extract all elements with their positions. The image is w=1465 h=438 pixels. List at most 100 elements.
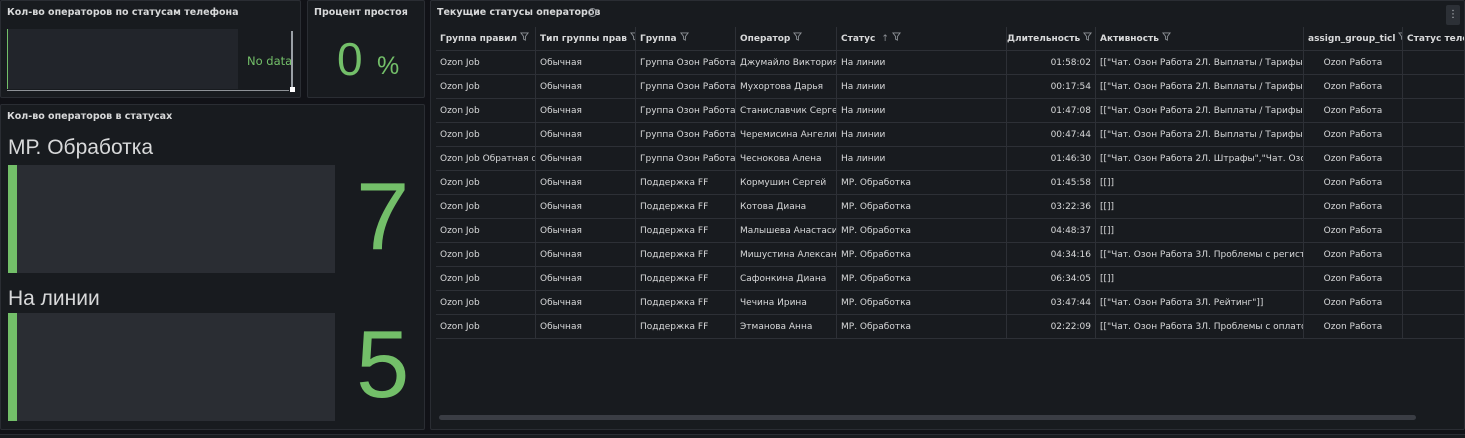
header-col-group-rules[interactable]: Группа правил <box>436 27 536 51</box>
filter-icon[interactable] <box>679 27 689 51</box>
cell-operator: Мухортова Дарья <box>736 75 837 99</box>
cell-group: Группа Озон Работа <box>636 75 736 99</box>
cell-group-type: Обычная <box>536 243 636 267</box>
cell-operator: Кормушин Сергей <box>736 171 837 195</box>
cell-activity: [["Чат. Озон Работа 2Л. Штрафы","Чат. Оз… <box>1096 147 1304 171</box>
cell-activity: [["Чат. Озон Работа 2Л. Выплаты / Тарифы… <box>1096 99 1304 123</box>
cell-group-type: Обычная <box>536 171 636 195</box>
cell-activity: [[]] <box>1096 267 1304 291</box>
cell-activity: [["Чат. Озон Работа 2Л. Выплаты / Тарифы… <box>1096 123 1304 147</box>
cell-group-rules: Ozon Job <box>436 99 536 123</box>
table-row[interactable]: Ozon Job Обычная Поддержка FF Котова Диана М… <box>436 195 1464 219</box>
panel-title[interactable]: Кол-во операторов в статусах <box>7 111 172 122</box>
cell-phone-status <box>1403 267 1464 291</box>
table-row[interactable]: Ozon Job Обычная Поддержка FF Чечина Ирина М… <box>436 291 1464 315</box>
table-row[interactable]: Ozon Job Обычная Поддержка FF Малышева Анас… <box>436 219 1464 243</box>
cell-assign-group: Ozon Работа <box>1304 195 1403 219</box>
panel-menu-icon[interactable]: ⋮ <box>1446 5 1460 25</box>
cell-assign-group: Ozon Работа <box>1304 51 1403 75</box>
filter-icon[interactable] <box>793 27 803 51</box>
cell-group: Поддержка FF <box>636 171 736 195</box>
table-row[interactable]: Ozon Job Обычная Группа Озон Работа Черемис… <box>436 123 1464 147</box>
cell-operator: Чеснокова Алена <box>736 147 837 171</box>
bottom-edge <box>0 434 1465 438</box>
cell-group-type: Обычная <box>536 75 636 99</box>
cell-group: Поддержка FF <box>636 195 736 219</box>
filter-icon[interactable] <box>891 27 901 51</box>
panel-title[interactable]: Текущие статусы операторов <box>437 7 600 18</box>
header-col-status[interactable]: Статус ↑ <box>837 27 1007 51</box>
cell-group-rules: Ozon Job <box>436 195 536 219</box>
cell-status: МР. Обработка <box>837 219 1007 243</box>
cell-group-rules: Ozon Job <box>436 291 536 315</box>
filter-icon[interactable] <box>1161 27 1171 51</box>
header-label: Оператор <box>740 34 791 44</box>
cell-operator: Котова Диана <box>736 195 837 219</box>
filter-icon[interactable] <box>1083 27 1093 51</box>
table-row[interactable]: Ozon Job Обычная Поддержка FF Сафонкина Диа… <box>436 267 1464 291</box>
cell-assign-group: Ozon Работа <box>1304 219 1403 243</box>
table-row[interactable]: Ozon Job Обычная Поддержка FF Кормушин Серг… <box>436 171 1464 195</box>
cell-group: Поддержка FF <box>636 243 736 267</box>
cell-operator: Сафонкина Диана <box>736 267 837 291</box>
cell-operator: Малышева Анастасия <box>736 219 837 243</box>
cell-status: МР. Обработка <box>837 195 1007 219</box>
cell-operator: Черемисина Ангелина <box>736 123 837 147</box>
stat-bar <box>8 165 335 273</box>
cell-phone-status <box>1403 123 1464 147</box>
cell-group-type: Обычная <box>536 99 636 123</box>
cell-group-type: Обычная <box>536 267 636 291</box>
header-col-operator[interactable]: Оператор <box>736 27 837 51</box>
filter-icon[interactable] <box>520 27 530 51</box>
resize-handle[interactable] <box>290 87 295 92</box>
header-col-duration[interactable]: Длительность <box>1007 27 1096 51</box>
horizontal-scrollbar[interactable] <box>7 90 289 91</box>
header-label: Статус теле <box>1407 34 1465 44</box>
table-row[interactable]: Ozon Job Обычная Группа Озон Работа Станисл… <box>436 99 1464 123</box>
horizontal-scrollbar[interactable] <box>439 415 1416 420</box>
cell-status: МР. Обработка <box>837 267 1007 291</box>
panel-title[interactable]: Кол-во операторов по статусам телефона <box>7 7 239 18</box>
cell-group-rules: Ozon Job <box>436 75 536 99</box>
header-col-group-type[interactable]: Тип группы прав <box>536 27 636 51</box>
cell-duration: 01:58:02 <box>1007 51 1096 75</box>
cell-group-type: Обычная <box>536 195 636 219</box>
cell-operator: Мишустина Александра <box>736 243 837 267</box>
stat-unit: % <box>377 52 400 80</box>
cell-phone-status <box>1403 147 1464 171</box>
table-row[interactable]: Ozon Job Обратная связьОбычнаяГруппа Озо… <box>436 147 1464 171</box>
table-row[interactable]: Ozon Job Обычная Поддержка FF Этманова Анна… <box>436 315 1464 339</box>
cell-status: МР. Обработка <box>837 171 1007 195</box>
cell-group-rules: Ozon Job <box>436 123 536 147</box>
operators-in-status-panel: Кол-во операторов в статусах МР. Обработ… <box>0 104 425 430</box>
header-label: Группа <box>640 34 677 44</box>
cell-status: На линии <box>837 147 1007 171</box>
panel-title[interactable]: Процент простоя <box>314 7 408 18</box>
cell-duration: 01:46:30 <box>1007 147 1096 171</box>
cell-duration: 04:34:16 <box>1007 243 1096 267</box>
cell-activity: [["Чат. Озон Работа 2Л. Выплаты / Тарифы… <box>1096 75 1304 99</box>
header-col-phone-status[interactable]: Статус теле <box>1403 27 1465 51</box>
header-col-group[interactable]: Группа <box>636 27 736 51</box>
cell-activity: [["Чат. Озон Работа 2Л. Выплаты / Тарифы… <box>1096 51 1304 75</box>
table-row[interactable]: Ozon Job Обычная Группа Озон Работа Джумайл… <box>436 51 1464 75</box>
table-row[interactable]: Ozon Job Обычная Поддержка FF Мишустина Але… <box>436 243 1464 267</box>
cell-group: Группа Озон Работа <box>636 51 736 75</box>
cell-activity: [["Чат. Озон Работа 3Л. Рейтинг"]] <box>1096 291 1304 315</box>
cell-activity: [["Чат. Озон Работа 3Л. Проблемы с регис… <box>1096 243 1304 267</box>
cell-group-type: Обычная <box>536 51 636 75</box>
info-icon[interactable]: i <box>588 8 597 17</box>
cell-status: На линии <box>837 123 1007 147</box>
cell-assign-group: Ozon Работа <box>1304 243 1403 267</box>
header-col-assign-group[interactable]: assign_group_ticl <box>1304 27 1403 51</box>
table-row[interactable]: Ozon Job Обычная Группа Озон Работа Мухорто… <box>436 75 1464 99</box>
header-col-activity[interactable]: Активность <box>1096 27 1304 51</box>
cell-group-rules: Ozon Job Обратная связь <box>436 147 536 171</box>
cell-phone-status <box>1403 243 1464 267</box>
cell-phone-status <box>1403 171 1464 195</box>
stat-name: МР. Обработка <box>8 136 154 159</box>
vertical-scrollbar[interactable] <box>291 31 293 87</box>
stat-value: 5 <box>356 311 410 418</box>
sort-asc-icon[interactable]: ↑ <box>881 27 889 51</box>
cell-group-type: Обычная <box>536 123 636 147</box>
